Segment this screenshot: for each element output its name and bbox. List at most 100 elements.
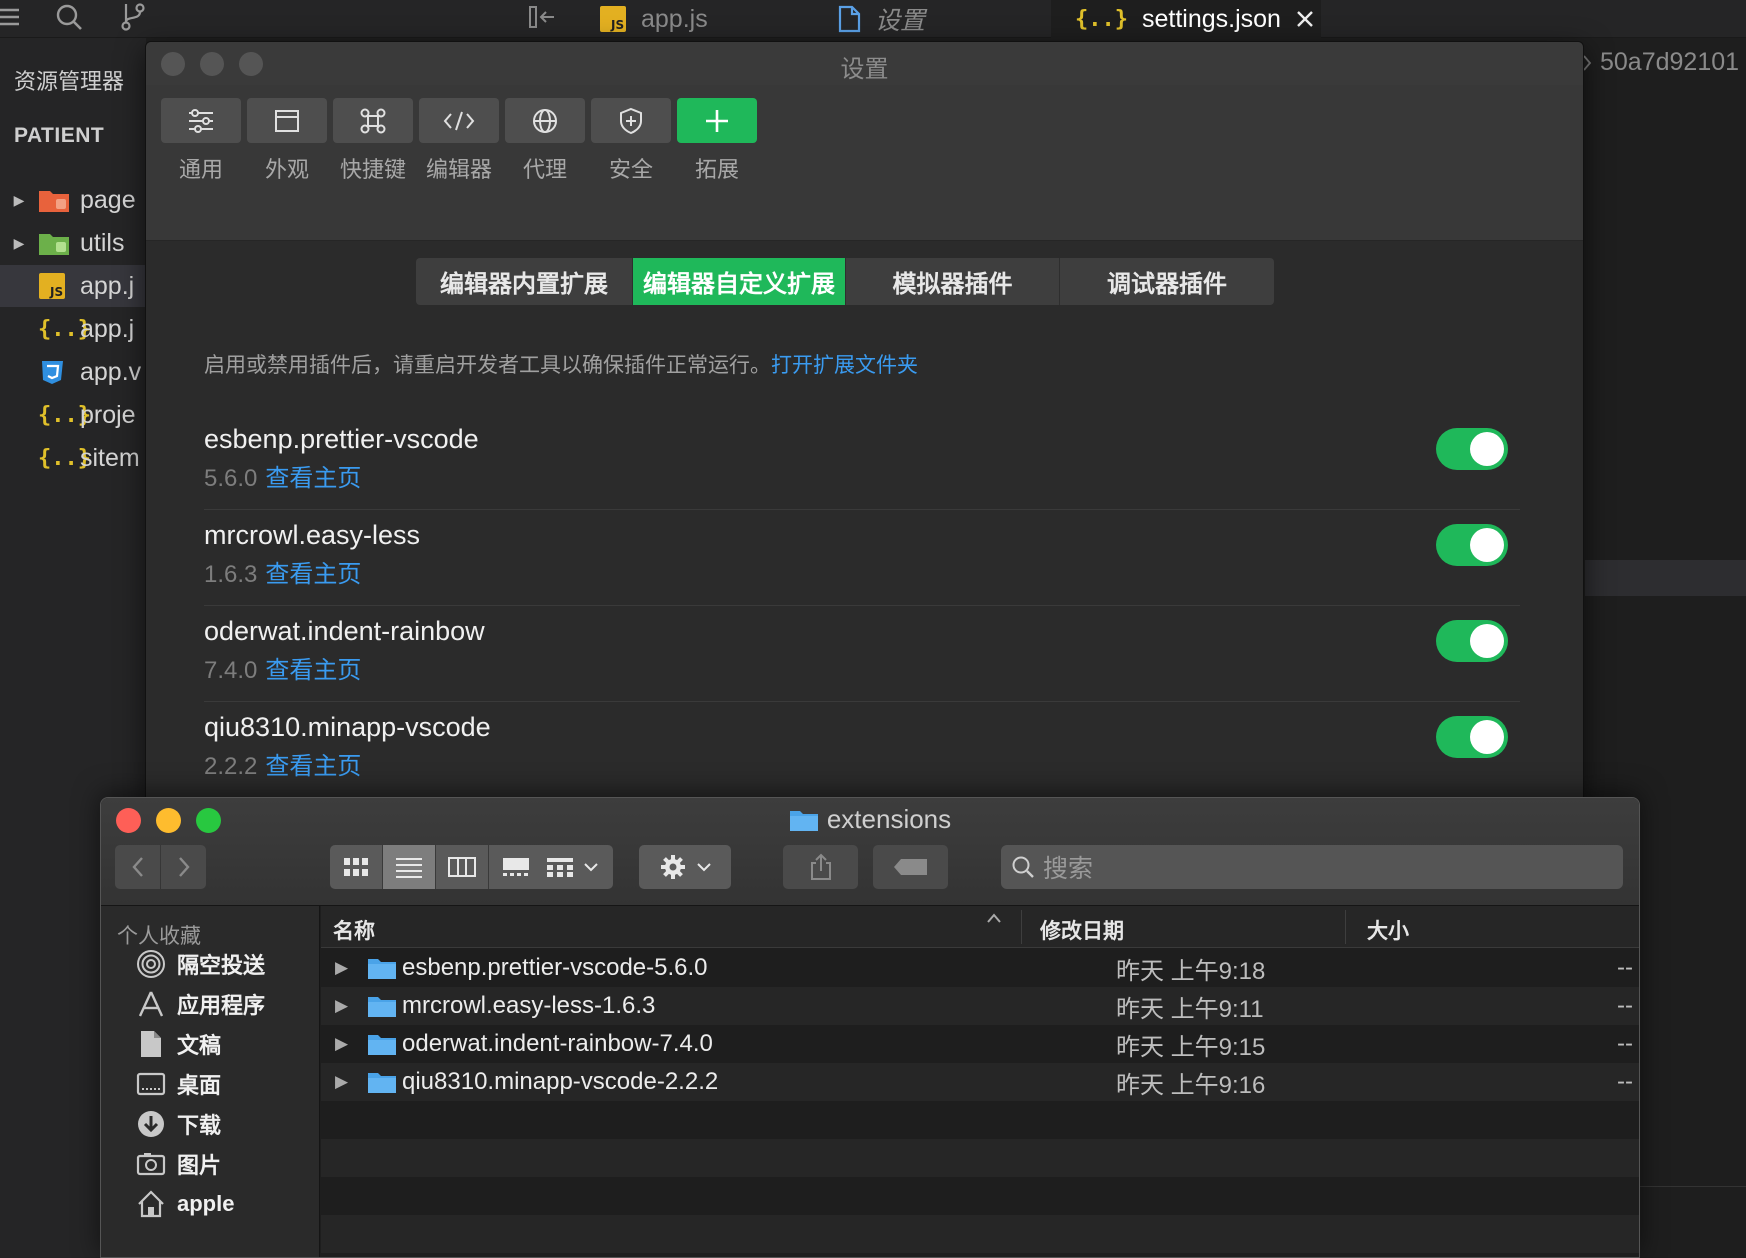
toolbar-label: 拓展 <box>694 157 739 182</box>
file-row[interactable]: ▶ esbenp.prettier-vscode-5.6.0 昨天 上午9:18… <box>321 949 1639 987</box>
tag-button[interactable] <box>873 845 948 889</box>
toolbar-label: 代理 <box>522 157 567 182</box>
view-homepage-link[interactable]: 查看主页 <box>265 657 361 684</box>
sidebar-item-app-json[interactable]: {..} app.j <box>0 308 146 350</box>
chevron-down-icon <box>584 862 598 872</box>
sidebar-item-home[interactable]: apple <box>133 1186 234 1222</box>
file-row[interactable]: ▶ oderwat.indent-rainbow-7.4.0 昨天 上午9:15… <box>321 1025 1639 1063</box>
extension-version: 5.6.0 <box>204 465 258 492</box>
icon-view-icon[interactable] <box>330 845 383 889</box>
sidebar-item-desktop[interactable]: 桌面 <box>133 1066 221 1102</box>
breadcrumb-item: 50a7d92101 <box>1600 48 1740 76</box>
sidebar-item-pictures[interactable]: 图片 <box>133 1146 221 1182</box>
list-view-icon[interactable] <box>383 845 436 889</box>
file-name: mrcrowl.easy-less-1.6.3 <box>402 992 656 1019</box>
svg-text:JS: JS <box>610 18 624 32</box>
chevron-right-icon: ▶ <box>13 234 25 251</box>
view-homepage-link[interactable]: 查看主页 <box>265 465 361 492</box>
finder-toolbar: extensions 搜索 <box>101 798 1639 906</box>
plus-icon <box>677 98 757 143</box>
grid-icon <box>546 856 574 878</box>
column-view-icon[interactable] <box>436 845 489 889</box>
file-row[interactable]: ▶ mrcrowl.easy-less-1.6.3 昨天 上午9:11 -- <box>321 987 1639 1025</box>
sidebar-item-airdrop[interactable]: 隔空投送 <box>133 946 265 982</box>
documents-icon <box>133 1029 169 1059</box>
share-icon <box>809 853 833 881</box>
toolbar-editor-button[interactable]: 编辑器 <box>419 98 499 184</box>
menu-icon[interactable] <box>0 2 26 32</box>
view-homepage-link[interactable]: 查看主页 <box>265 753 361 780</box>
toolbar-proxy-button[interactable]: 代理 <box>505 98 585 184</box>
extension-toggle[interactable] <box>1436 428 1508 470</box>
sidebar-item-label: 隔空投送 <box>177 953 266 978</box>
empty-row <box>321 1101 1639 1139</box>
tab-custom-extensions[interactable]: 编辑器自定义扩展 <box>633 258 846 305</box>
source-control-icon[interactable] <box>116 2 150 32</box>
editor-tab-bar: JS app.js 设置 {..} settings.json <box>0 0 1746 38</box>
share-button[interactable] <box>783 845 858 889</box>
column-header-name[interactable]: 名称 <box>333 915 375 945</box>
tab-settings-json[interactable]: {..} settings.json <box>1051 0 1321 38</box>
sidebar-item-pages-folder[interactable]: ▶ page <box>0 179 146 221</box>
sidebar-item-label: apple <box>177 1191 235 1216</box>
sidebar-item-label: 应用程序 <box>177 993 266 1018</box>
toolbar-general-button[interactable]: 通用 <box>161 98 241 184</box>
view-homepage-link[interactable]: 查看主页 <box>265 561 361 588</box>
sidebar-item-applications[interactable]: 应用程序 <box>133 986 265 1022</box>
search-icon[interactable] <box>52 2 86 32</box>
action-menu-button[interactable] <box>639 845 731 889</box>
tab-debugger-plugins[interactable]: 调试器插件 <box>1060 258 1274 305</box>
disclosure-triangle-icon[interactable]: ▶ <box>335 1072 348 1092</box>
shield-icon <box>591 98 671 143</box>
search-field[interactable]: 搜索 <box>1001 845 1623 889</box>
extension-item: qiu8310.minapp-vscode 2.2.2 查看主页 <box>204 702 1520 798</box>
disclosure-triangle-icon[interactable]: ▶ <box>335 996 348 1016</box>
sidebar-item-utils-folder[interactable]: ▶ utils <box>0 222 146 264</box>
extension-toggle[interactable] <box>1436 716 1508 758</box>
project-section-title[interactable]: PATIENT <box>14 124 104 148</box>
sidebar-item-downloads[interactable]: 下载 <box>133 1106 221 1142</box>
sidebar-item-project-config[interactable]: {..} proje <box>0 394 146 436</box>
folder-icon <box>38 228 72 258</box>
json-file-icon: {..} <box>38 316 91 342</box>
sidebar-item-documents[interactable]: 文稿 <box>133 1026 221 1062</box>
column-header-modified[interactable]: 修改日期 <box>1040 915 1124 945</box>
group-by-button[interactable] <box>531 845 613 889</box>
tab-settings-preview[interactable]: 设置 <box>813 0 1051 38</box>
sidebar-item-sitemap[interactable]: {..} sitem <box>0 437 146 479</box>
tab-label: app.js <box>641 4 708 33</box>
extension-category-tabs: 编辑器内置扩展 编辑器自定义扩展 模拟器插件 调试器插件 <box>416 258 1274 305</box>
sort-ascending-icon <box>986 912 1002 924</box>
gear-icon <box>659 853 687 881</box>
file-size: -- <box>1617 1068 1633 1095</box>
toolbar-extensions-button[interactable]: 拓展 <box>677 98 757 184</box>
sidebar-item-app-wxss[interactable]: app.v <box>0 351 146 393</box>
file-row[interactable]: ▶ qiu8310.minapp-vscode-2.2.2 昨天 上午9:16 … <box>321 1063 1639 1101</box>
js-file-icon: JS <box>38 271 72 301</box>
forward-button[interactable] <box>161 845 206 889</box>
sidebar-item-app-js[interactable]: JS app.j <box>0 265 146 307</box>
disclosure-triangle-icon[interactable]: ▶ <box>335 1034 348 1054</box>
toolbar-security-button[interactable]: 安全 <box>591 98 671 184</box>
back-button[interactable] <box>115 845 160 889</box>
toolbar-shortcuts-button[interactable]: 快捷键 <box>333 98 413 184</box>
window-title: 设置 <box>840 56 889 83</box>
json-file-icon: {..} <box>38 402 91 428</box>
close-icon[interactable] <box>1295 9 1315 29</box>
toolbar-appearance-button[interactable]: 外观 <box>247 98 327 184</box>
open-extensions-folder-link[interactable]: 打开扩展文件夹 <box>771 354 918 377</box>
tab-builtin-extensions[interactable]: 编辑器内置扩展 <box>416 258 633 305</box>
split-editor-icon[interactable] <box>526 2 560 32</box>
json-file-icon: {..} <box>38 445 91 471</box>
tab-app-js[interactable]: JS app.js <box>575 0 813 38</box>
column-header-size[interactable]: 大小 <box>1367 915 1409 945</box>
extension-toggle[interactable] <box>1436 620 1508 662</box>
file-list-header: 名称 修改日期 大小 <box>321 906 1639 948</box>
extension-toggle[interactable] <box>1436 524 1508 566</box>
file-size: -- <box>1617 992 1633 1019</box>
tab-simulator-plugins[interactable]: 模拟器插件 <box>846 258 1060 305</box>
disclosure-triangle-icon[interactable]: ▶ <box>335 958 348 978</box>
extension-version: 2.2.2 <box>204 753 258 780</box>
breadcrumb[interactable]: 50a7d92101 <box>1582 48 1739 77</box>
finder-window: extensions 搜索 个人收藏 隔空投送 应用程序 文稿 桌面 下载 图片… <box>100 797 1640 1258</box>
